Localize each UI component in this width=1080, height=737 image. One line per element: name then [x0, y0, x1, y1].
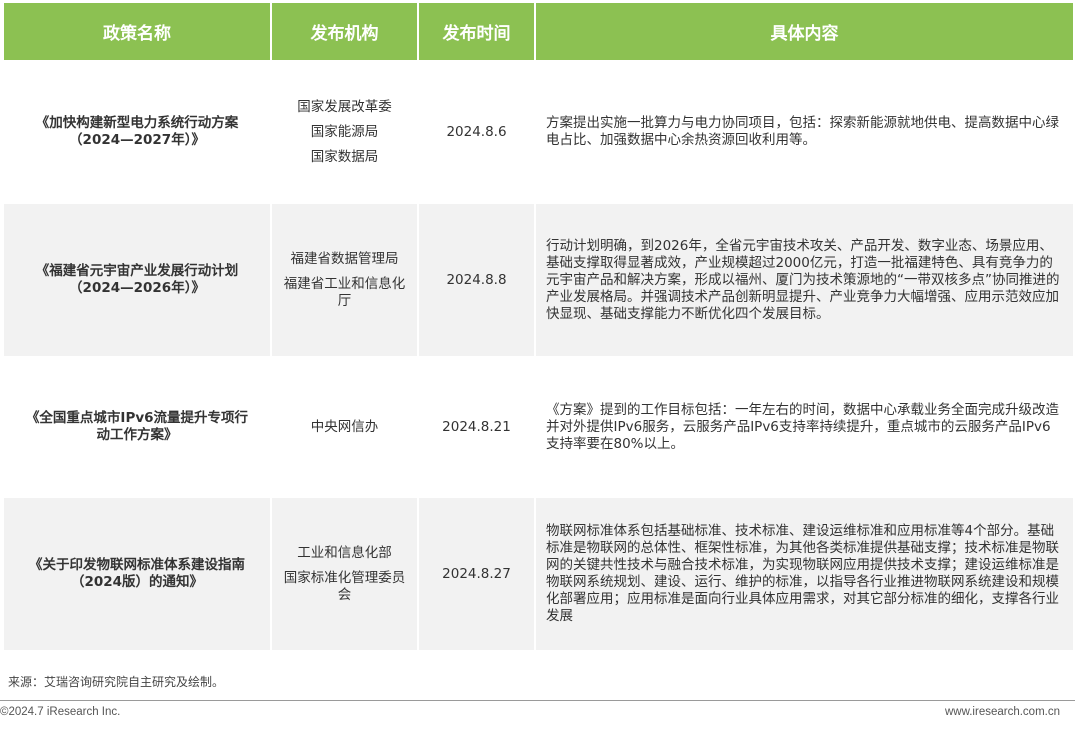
policy-name-cell: 《关于印发物联网标准体系建设指南 （2024版）的通知》 [4, 498, 270, 650]
org-name: 国家标准化管理委员会 [283, 569, 406, 603]
issue-date-cell: 2024.8.21 [419, 356, 534, 498]
policy-name-line: 《福建省元宇宙产业发展行动计划 [35, 263, 239, 279]
org-name: 福建省工业和信息化厅 [283, 275, 406, 309]
policy-name-cell: 《全国重点城市IPv6流量提升专项行 动工作方案》 [4, 356, 270, 498]
content-cell: 方案提出实施一批算力与电力协同项目，包括：探索新能源就地供电、提高数据中心绿电占… [536, 60, 1073, 204]
website-text: www.iresearch.com.cn [944, 706, 1060, 718]
copyright-text: ©2024.7 iResearch Inc. [0, 706, 121, 718]
policy-name-line: 动工作方案》 [96, 427, 178, 443]
header-issue-date: 发布时间 [419, 3, 534, 60]
org-name: 福建省数据管理局 [290, 250, 399, 267]
content-cell: 行动计划明确，到2026年，全省元宇宙技术攻关、产品开发、数字业态、场景应用、基… [536, 204, 1073, 356]
table-row: 《福建省元宇宙产业发展行动计划 （2024—2026年）》 福建省数据管理局 福… [4, 204, 1073, 356]
policy-name-line: 《加快构建新型电力系统行动方案 [35, 115, 239, 131]
policy-name-cell: 《福建省元宇宙产业发展行动计划 （2024—2026年）》 [4, 204, 270, 356]
org-name: 国家数据局 [310, 148, 379, 165]
policy-name-line: （2024—2026年）》 [69, 280, 205, 296]
org-name: 中央网信办 [310, 418, 379, 435]
issue-date-cell: 2024.8.27 [419, 498, 534, 650]
content-cell: 《方案》提到的工作目标包括：一年左右的时间，数据中心承载业务全面完成升级改造并对… [536, 356, 1073, 498]
issuing-org-cell: 福建省数据管理局 福建省工业和信息化厅 [272, 204, 417, 356]
policy-table: 政策名称 发布机构 发布时间 具体内容 《加快构建新型电力系统行动方案 （202… [2, 3, 1075, 650]
content-cell: 物联网标准体系包括基础标准、技术标准、建设运维标准和应用标准等4个部分。基础标准… [536, 498, 1073, 650]
issue-date-cell: 2024.8.6 [419, 60, 534, 204]
footer-divider [0, 700, 1075, 701]
policy-name-line: （2024版）的通知》 [70, 574, 204, 590]
table-row: 《全国重点城市IPv6流量提升专项行 动工作方案》 中央网信办 2024.8.2… [4, 356, 1073, 498]
issuing-org-cell: 工业和信息化部 国家标准化管理委员会 [272, 498, 417, 650]
org-name: 国家发展改革委 [297, 98, 392, 115]
header-content: 具体内容 [536, 3, 1073, 60]
policy-name-line: （2024—2027年）》 [69, 132, 205, 148]
header-issuing-org: 发布机构 [272, 3, 417, 60]
org-name: 国家能源局 [310, 123, 379, 140]
issue-date-cell: 2024.8.8 [419, 204, 534, 356]
issuing-org-cell: 国家发展改革委 国家能源局 国家数据局 [272, 60, 417, 204]
policy-name-cell: 《加快构建新型电力系统行动方案 （2024—2027年）》 [4, 60, 270, 204]
policy-name-line: 《全国重点城市IPv6流量提升专项行 [25, 410, 249, 426]
policy-name-line: 《关于印发物联网标准体系建设指南 [29, 557, 245, 573]
table-row: 《加快构建新型电力系统行动方案 （2024—2027年）》 国家发展改革委 国家… [4, 60, 1073, 204]
issuing-org-cell: 中央网信办 [272, 356, 417, 498]
source-note: 来源：艾瑞咨询研究院自主研究及绘制。 [8, 675, 225, 689]
table-header-row: 政策名称 发布机构 发布时间 具体内容 [4, 3, 1073, 60]
org-name: 工业和信息化部 [297, 544, 392, 561]
header-policy-name: 政策名称 [4, 3, 270, 60]
table-row: 《关于印发物联网标准体系建设指南 （2024版）的通知》 工业和信息化部 国家标… [4, 498, 1073, 650]
